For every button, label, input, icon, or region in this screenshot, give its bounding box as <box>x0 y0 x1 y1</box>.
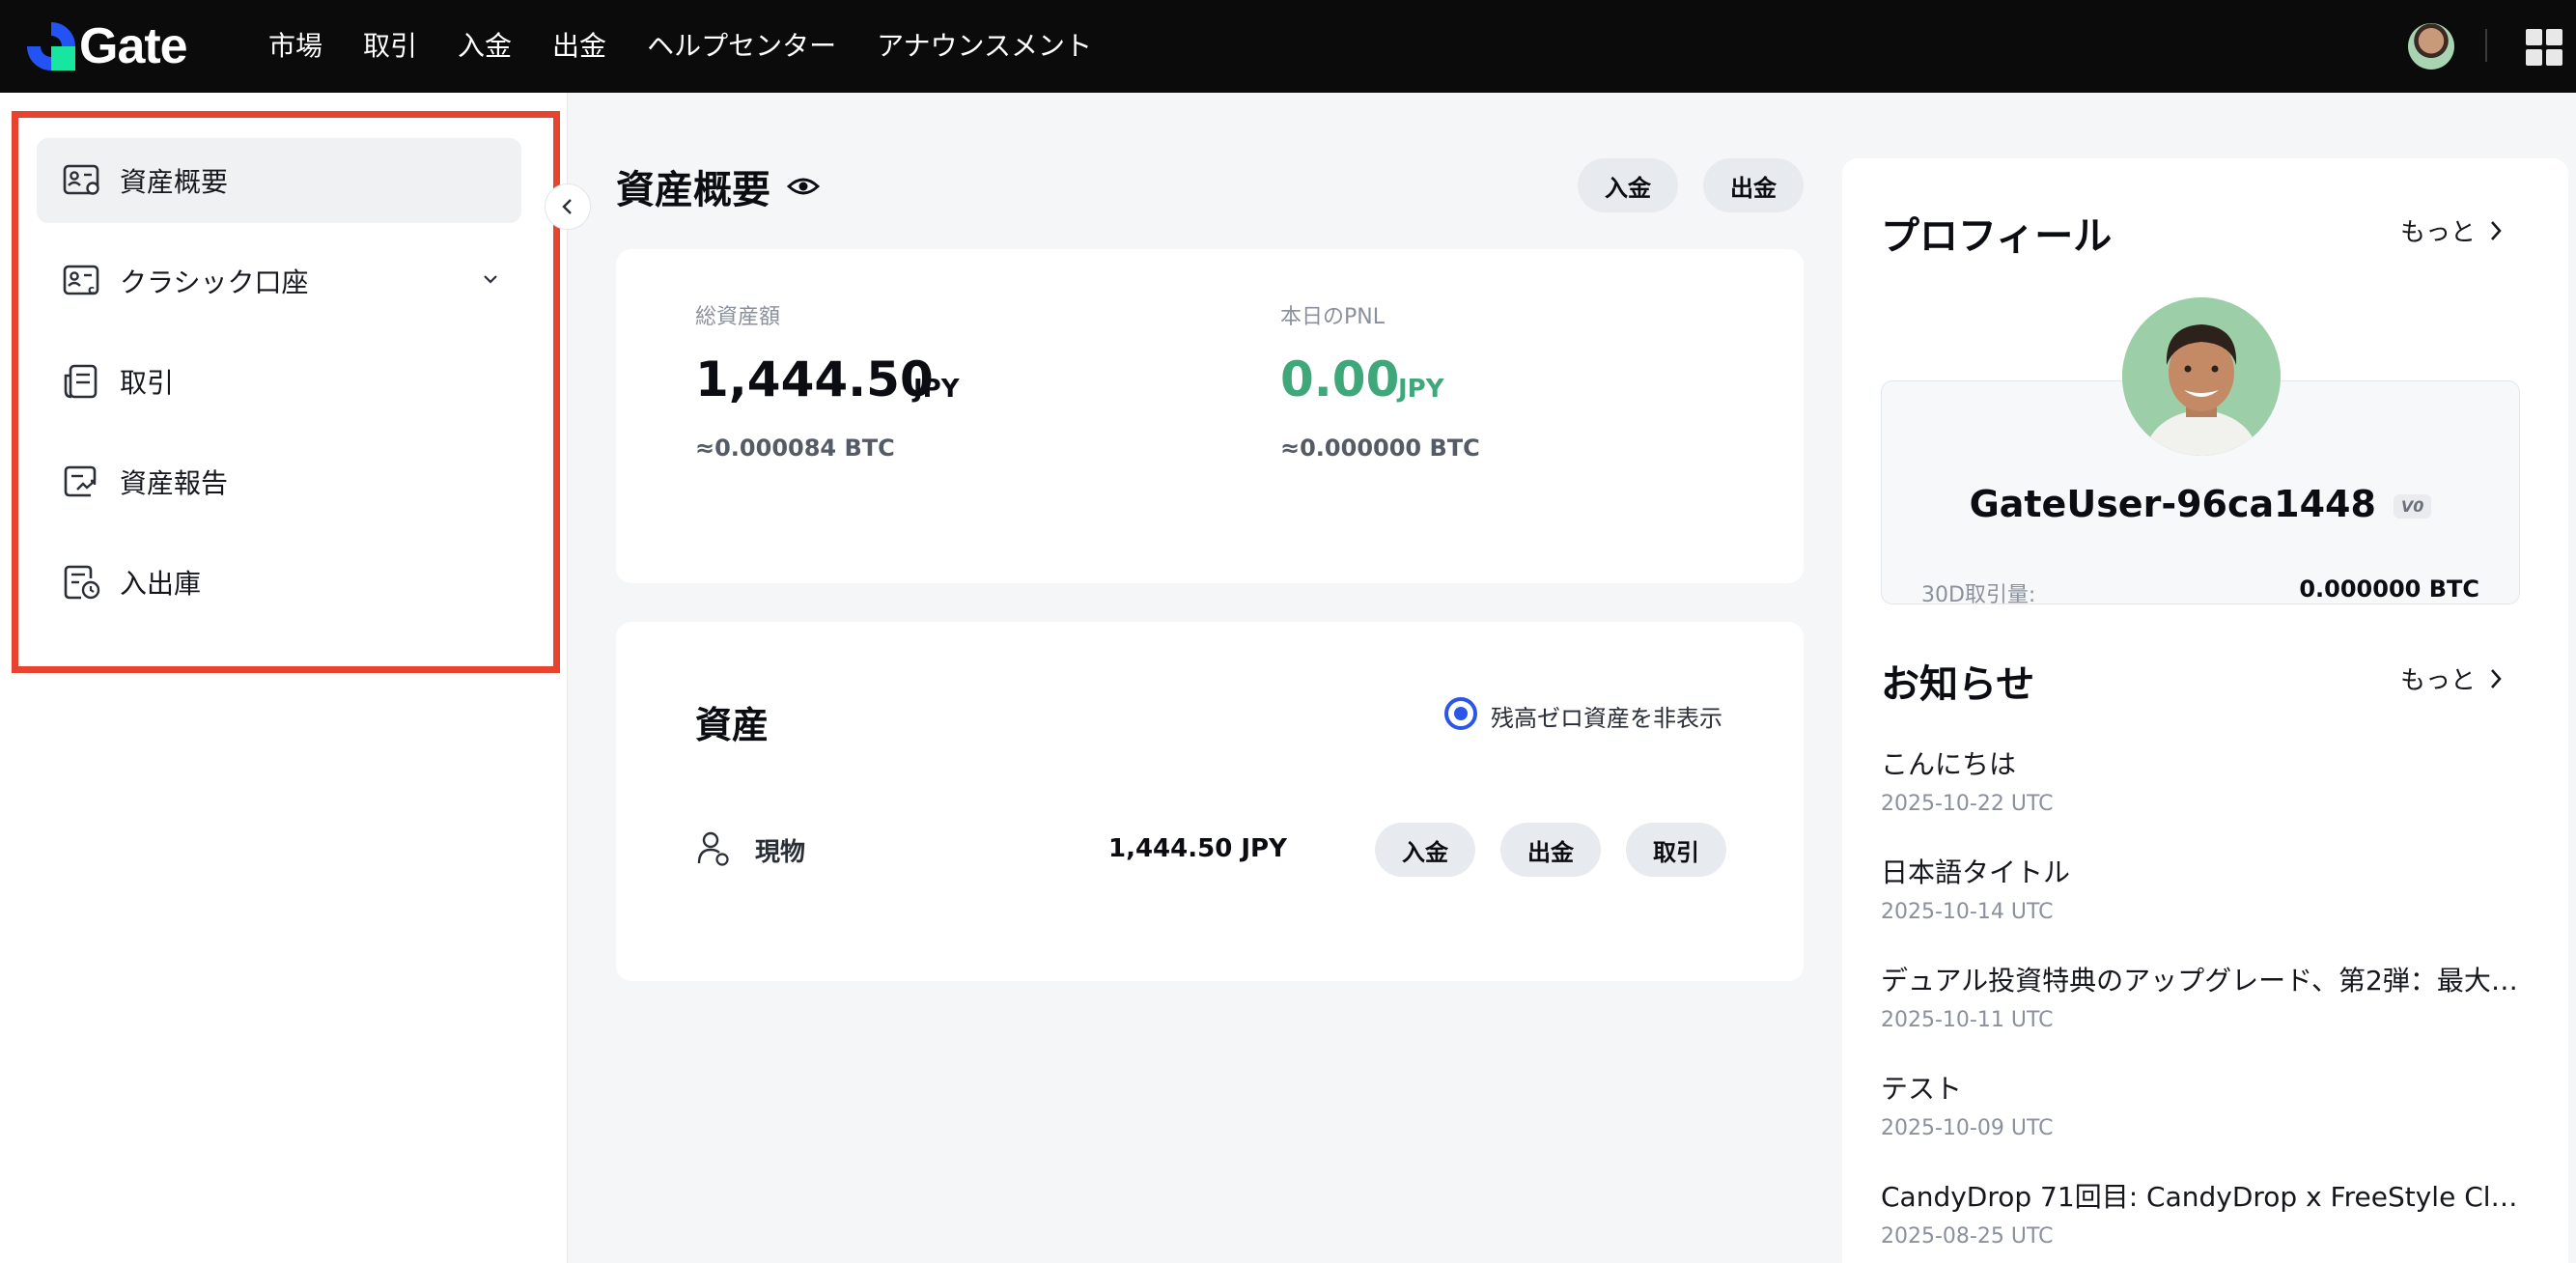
gate-logo-mark-icon <box>27 22 75 70</box>
news-date: 2025-10-09 UTC <box>1881 1116 2054 1140</box>
chevron-left-icon <box>562 199 572 214</box>
assets-title: 資産 <box>695 704 770 746</box>
news-title: テスト <box>1881 1073 1963 1105</box>
top-navigation-bar: Gate 市場 取引 入金 出金 ヘルプセンター アナウンスメント <box>0 0 2576 93</box>
profile-more-link[interactable]: もっと <box>2400 212 2503 248</box>
news-item[interactable]: 日本語タイトル 2025-10-14 UTC <box>1881 852 2518 924</box>
pnl-unit: JPY <box>1398 375 1444 404</box>
hide-zero-label[interactable]: 残高ゼロ資産を非表示 <box>1491 699 1722 733</box>
news-date: 2025-08-25 UTC <box>1881 1224 2054 1249</box>
gate-logo[interactable]: Gate <box>27 18 188 74</box>
eye-icon[interactable] <box>786 169 821 204</box>
total-assets-unit: JPY <box>913 375 960 404</box>
header-divider <box>2485 29 2487 62</box>
hide-zero-radio[interactable] <box>1444 697 1477 730</box>
page-title: 資産概要 <box>616 168 770 212</box>
notices-more-link[interactable]: もっと <box>2400 660 2503 696</box>
withdraw-button[interactable]: 出金 <box>1703 158 1804 212</box>
username-text: GateUser-96ca1448 <box>1969 483 2376 525</box>
nav-market[interactable]: 市場 <box>268 27 322 66</box>
news-date: 2025-10-14 UTC <box>1881 900 2054 924</box>
spot-account-value: 1,444.50 JPY <box>1108 834 1287 863</box>
main-nav: 市場 取引 入金 出金 ヘルプセンター アナウンスメント <box>268 27 1133 66</box>
news-item[interactable]: こんにちは 2025-10-22 UTC <box>1881 744 2518 816</box>
deposit-button[interactable]: 入金 <box>1578 158 1678 212</box>
nav-announcements[interactable]: アナウンスメント <box>877 27 1092 66</box>
profile-avatar[interactable] <box>2122 297 2281 456</box>
sidebar-highlight-box <box>12 111 560 673</box>
total-assets-btc: ≈0.000084 BTC <box>695 435 895 462</box>
spot-deposit-button[interactable]: 入金 <box>1375 823 1475 877</box>
collapse-sidebar-button[interactable] <box>545 183 591 230</box>
notices-title: お知らせ <box>1881 662 2035 707</box>
profile-username: GateUser-96ca1448 V0 <box>1881 483 2520 525</box>
news-item[interactable]: デュアル投資特典のアップグレード、第2弾：最大3,... 2025-10-11 … <box>1881 960 2518 1032</box>
total-assets-label: 総資産額 <box>695 305 781 329</box>
volume-value: 0.000000 BTC <box>2299 575 2479 603</box>
asset-summary-card: 総資産額 1,444.50 JPY ≈0.000084 BTC 本日のPNL 0… <box>616 249 1804 583</box>
spot-account-label: 現物 <box>755 838 806 867</box>
total-assets-value: 1,444.50 <box>695 351 934 407</box>
pnl-value: 0.00 <box>1280 351 1400 407</box>
nav-help-center[interactable]: ヘルプセンター <box>647 27 836 66</box>
news-date: 2025-10-22 UTC <box>1881 792 2054 816</box>
more-label: もっと <box>2400 218 2477 247</box>
pnl-label: 本日のPNL <box>1280 305 1385 329</box>
news-item[interactable]: テスト 2025-10-09 UTC <box>1881 1068 2518 1140</box>
news-title: CandyDrop 71回目: CandyDrop x FreeStyle Cl… <box>1881 1181 2518 1213</box>
user-avatar[interactable] <box>2408 23 2454 70</box>
nav-deposit[interactable]: 入金 <box>458 27 512 66</box>
spot-withdraw-button[interactable]: 出金 <box>1500 823 1601 877</box>
news-date: 2025-10-11 UTC <box>1881 1008 2054 1032</box>
nav-trade[interactable]: 取引 <box>363 27 417 66</box>
news-title: デュアル投資特典のアップグレード、第2弾：最大3,... <box>1881 965 2518 996</box>
volume-label: 30D取引量: <box>1921 583 2036 607</box>
profile-title: プロフィール <box>1881 214 2113 259</box>
news-title: こんにちは <box>1881 748 2017 780</box>
chevron-right-icon <box>2491 668 2502 688</box>
vip-badge: V0 <box>2393 494 2432 519</box>
news-item[interactable]: CandyDrop 71回目: CandyDrop x FreeStyle Cl… <box>1881 1176 2518 1249</box>
assets-card: 資産 残高ゼロ資産を非表示 現物 1,444.50 JPY 入金 出金 取引 <box>616 622 1804 981</box>
user-wallet-icon <box>697 831 729 866</box>
logo-text: Gate <box>79 18 188 74</box>
nav-withdraw[interactable]: 出金 <box>552 27 606 66</box>
chevron-right-icon <box>2491 220 2502 240</box>
apps-grid-icon[interactable] <box>2526 29 2562 66</box>
spot-trade-button[interactable]: 取引 <box>1626 823 1726 877</box>
pnl-btc: ≈0.000000 BTC <box>1280 435 1480 462</box>
news-title: 日本語タイトル <box>1881 856 2071 888</box>
page-title-row: 資産概要 <box>616 158 821 214</box>
more-label: もっと <box>2400 666 2477 695</box>
avatar-portrait-icon <box>2122 297 2281 456</box>
